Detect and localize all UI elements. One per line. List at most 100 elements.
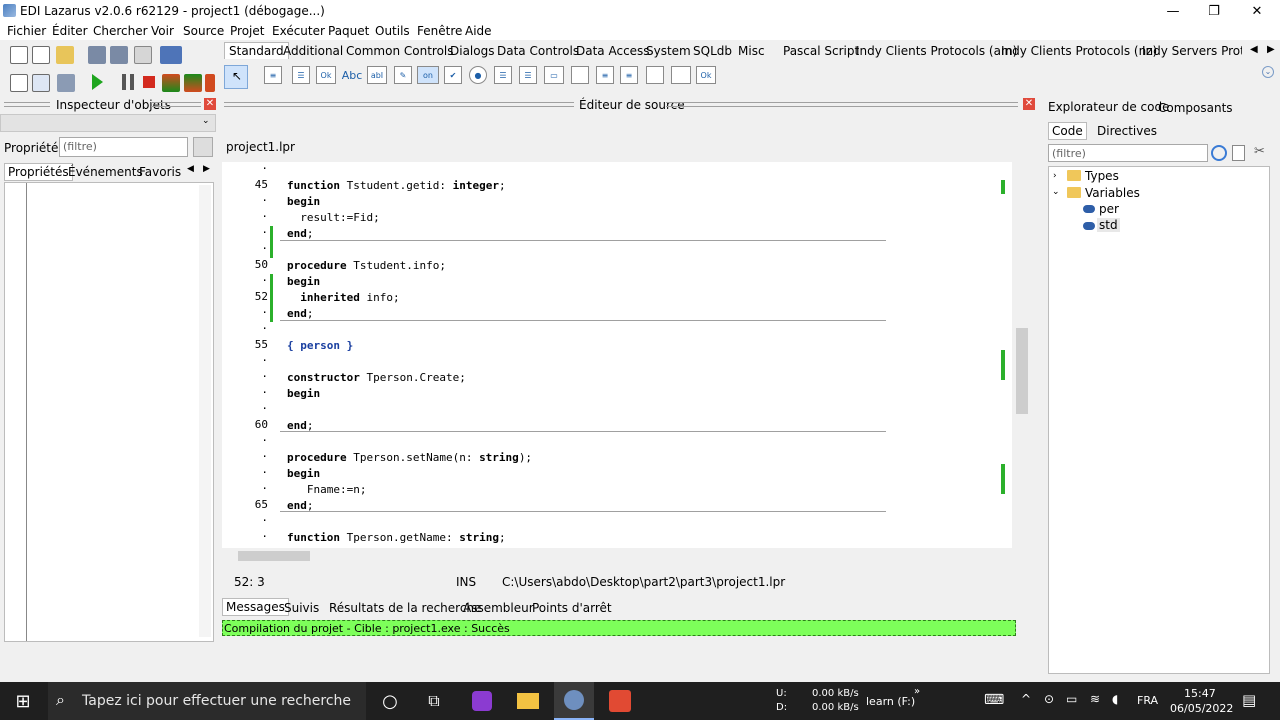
new-form-icon[interactable] <box>32 46 50 64</box>
tab-scroll-right-icon[interactable]: ▶ <box>203 164 210 174</box>
menu-outils[interactable]: Outils <box>375 24 410 38</box>
minimize-button[interactable]: — <box>1150 0 1196 22</box>
expanded-arrow-icon[interactable]: ⌄ <box>1052 187 1060 197</box>
code-line[interactable]: · constructor Tperson.Create; <box>222 370 1012 386</box>
tab-scroll-left-icon[interactable]: ◀ <box>187 164 194 174</box>
palette-tab-standard[interactable]: Standard <box>224 42 289 59</box>
menu-voir[interactable]: Voir <box>151 24 174 38</box>
tscrollbar-icon[interactable]: ▭ <box>544 66 564 84</box>
tab-explorateur-code[interactable]: Explorateur de code <box>1048 100 1169 114</box>
code-line[interactable]: 50 procedure Tstudent.info; <box>222 258 1012 274</box>
view-units-icon[interactable] <box>160 46 182 64</box>
tlistbox-icon[interactable]: ☰ <box>494 66 512 84</box>
tab-favoris[interactable]: Favoris <box>139 165 181 179</box>
palette-tab-additional[interactable]: Additional <box>283 44 343 58</box>
menu-executer[interactable]: Exécuter <box>272 24 325 38</box>
menu-fenetre[interactable]: Fenêtre <box>417 24 462 38</box>
code-line[interactable]: · begin <box>222 274 1012 290</box>
menu-editer[interactable]: Éditer <box>52 24 88 38</box>
menu-fichier[interactable]: Fichier <box>7 24 46 38</box>
editor-hscrollbar[interactable] <box>222 548 1014 564</box>
codeblocks-icon[interactable] <box>600 682 640 720</box>
taskbar-search-box[interactable]: ⌕ Tapez ici pour effectuer une recherche <box>48 682 366 720</box>
tradiogroup-icon[interactable]: ≡ <box>596 66 614 84</box>
code-line[interactable]: · <box>222 354 1012 370</box>
ttogglebox-icon[interactable]: on <box>417 66 439 84</box>
tpopupmenu-icon[interactable]: ☰ <box>292 66 310 84</box>
stop-icon[interactable] <box>143 76 155 88</box>
palette-tab-dialogs[interactable]: Dialogs <box>450 44 494 58</box>
step-into-icon[interactable] <box>162 74 180 92</box>
tab-evenements[interactable]: Événements <box>68 165 143 179</box>
step-out-icon[interactable] <box>205 74 215 92</box>
tactionlist-icon[interactable]: Ok <box>696 66 716 84</box>
editor-close-icon[interactable]: ✕ <box>1023 98 1035 110</box>
tab-points-arret[interactable]: Points d'arrêt <box>532 601 612 615</box>
file-explorer-icon[interactable] <box>510 682 546 720</box>
tab-code[interactable]: Code <box>1048 122 1087 140</box>
clear-filter-icon[interactable] <box>193 137 213 157</box>
code-line[interactable]: · <box>222 242 1012 258</box>
property-grid[interactable] <box>4 182 214 642</box>
run-icon[interactable] <box>92 74 103 90</box>
browser-icon[interactable] <box>464 682 500 720</box>
volume-icon[interactable]: ◖ <box>1112 692 1118 706</box>
code-line[interactable]: · result:=Fid; <box>222 210 1012 226</box>
tab-proprietes[interactable]: Propriétés <box>4 163 73 181</box>
toggle-form-icon[interactable] <box>134 46 152 64</box>
code-line[interactable]: · begin <box>222 194 1012 210</box>
palette-tab-sqldb[interactable]: SQLdb <box>693 44 732 58</box>
code-line[interactable]: · Fname:=n; <box>222 482 1012 498</box>
tab-composants[interactable]: Composants <box>1158 101 1233 115</box>
save-all-icon[interactable] <box>110 46 128 64</box>
language-indicator[interactable]: FRA <box>1137 694 1158 707</box>
palette-tab-indy-servers[interactable]: Indy Servers Protoco <box>1142 44 1242 58</box>
palette-scroll-right-icon[interactable]: ▶ <box>1267 44 1275 55</box>
tray-chevron-icon[interactable]: ^ <box>1021 692 1031 706</box>
new-unit-icon[interactable] <box>10 46 28 64</box>
code-tree[interactable]: › Types ⌄ Variables per std <box>1048 166 1270 674</box>
code-line[interactable]: 45 function Tstudent.getid: integer; <box>222 178 1012 194</box>
step-over-icon[interactable] <box>184 74 202 92</box>
tgroupbox-icon[interactable] <box>571 66 589 84</box>
code-line[interactable]: · <box>222 322 1012 338</box>
menu-paquet[interactable]: Paquet <box>328 24 369 38</box>
security-icon[interactable]: ⊙ <box>1044 692 1054 706</box>
view-toggle-icon[interactable] <box>32 74 50 92</box>
battery-icon[interactable]: ▭ <box>1066 692 1077 706</box>
tpanel-icon[interactable] <box>646 66 664 84</box>
clock-time[interactable]: 15:47 <box>1184 687 1216 700</box>
code-area[interactable]: · 45 function Tstudent.getid: integer; · beg… <box>222 162 1012 548</box>
editor-vscrollbar[interactable] <box>1014 162 1030 548</box>
windows-start-icon[interactable]: ⊞ <box>0 682 46 720</box>
keyboard-icon[interactable]: ⌨ <box>984 692 1004 708</box>
tools-icon[interactable]: ✂ <box>1254 144 1265 159</box>
task-view-icon[interactable]: ⧉ <box>416 682 452 720</box>
palette-tab-indy-clients-nz[interactable]: Indy Clients Protocols (nz) <box>1001 44 1157 58</box>
code-line[interactable]: · end; <box>222 226 1012 242</box>
tradiobutton-icon[interactable]: ● <box>469 66 487 84</box>
tab-suivis[interactable]: Suivis <box>284 601 319 615</box>
view-forms-icon[interactable] <box>10 74 28 92</box>
inspector-filter-input[interactable]: (filtre) <box>59 137 188 157</box>
menu-source[interactable]: Source <box>183 24 224 38</box>
tlabel-icon[interactable]: Abc <box>342 66 363 84</box>
pause-icon[interactable] <box>122 74 134 90</box>
code-line[interactable]: 60 end; <box>222 418 1012 434</box>
wifi-icon[interactable]: ≋ <box>1090 692 1100 706</box>
menu-projet[interactable]: Projet <box>230 24 264 38</box>
code-line[interactable]: 55 { person } <box>222 338 1012 354</box>
build-mode-icon[interactable] <box>57 74 75 92</box>
lazarus-taskbar-icon[interactable] <box>554 682 594 720</box>
tree-item-types[interactable]: Types <box>1085 169 1119 183</box>
palette-tab-data-controls[interactable]: Data Controls <box>497 44 579 58</box>
explorer-filter-input[interactable]: (filtre) <box>1048 144 1208 162</box>
code-line[interactable]: · <box>222 434 1012 450</box>
palette-tab-data-access[interactable]: Data Access <box>576 44 650 58</box>
editor-file-tab[interactable]: project1.lpr <box>226 140 295 154</box>
cortana-icon[interactable]: ○ <box>372 682 408 720</box>
tbutton-icon[interactable]: Ok <box>316 66 336 84</box>
palette-scroll-left-icon[interactable]: ◀ <box>1250 44 1258 55</box>
tcheckbox-icon[interactable]: ✔ <box>444 66 462 84</box>
tab-messages[interactable]: Messages <box>222 598 289 616</box>
